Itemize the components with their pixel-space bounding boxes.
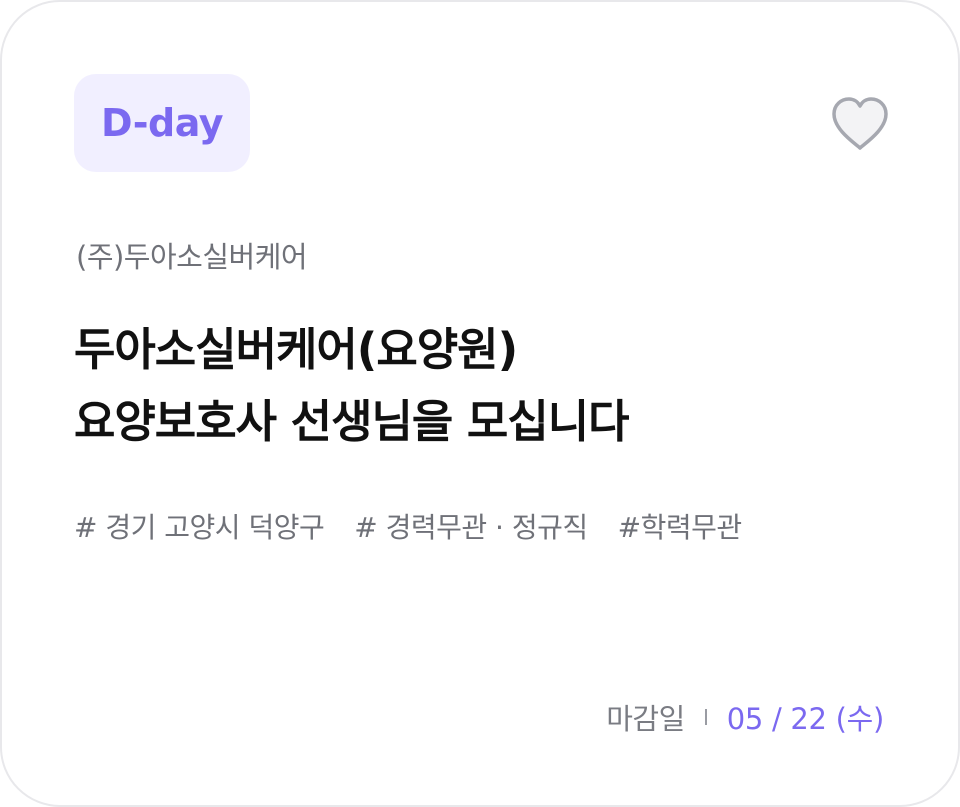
job-title-line-1: 두아소실버케어(요양원) bbox=[74, 323, 518, 376]
tag-location: # 경기 고양시 덕양구 bbox=[74, 511, 325, 544]
job-title-line-2: 요양보호사 선생님을 모십니다 bbox=[74, 395, 630, 448]
job-card[interactable]: D-day (주)두아소실버케어 두아소실버케어(요양원) 요양보호사 선생님을… bbox=[0, 0, 960, 807]
company-name: (주)두아소실버케어 bbox=[76, 240, 308, 274]
dday-badge: D-day bbox=[74, 74, 250, 172]
deadline: 마감일 05 / 22 (수) bbox=[606, 696, 884, 738]
deadline-label: 마감일 bbox=[606, 702, 685, 736]
tag-education: #학력무관 bbox=[617, 511, 743, 544]
tag-list: # 경기 고양시 덕양구 # 경력무관 · 정규직 #학력무관 bbox=[74, 506, 742, 546]
deadline-divider bbox=[704, 709, 707, 725]
deadline-date: 05 / 22 (수) bbox=[726, 702, 885, 736]
job-title[interactable]: 두아소실버케어(요양원) 요양보호사 선생님을 모십니다 bbox=[74, 314, 894, 458]
tag-experience-type: # 경력무관 · 정규직 bbox=[354, 511, 588, 544]
heart-icon-svg bbox=[832, 97, 888, 150]
dday-badge-label: D-day bbox=[101, 101, 223, 145]
heart-icon[interactable] bbox=[828, 94, 892, 154]
